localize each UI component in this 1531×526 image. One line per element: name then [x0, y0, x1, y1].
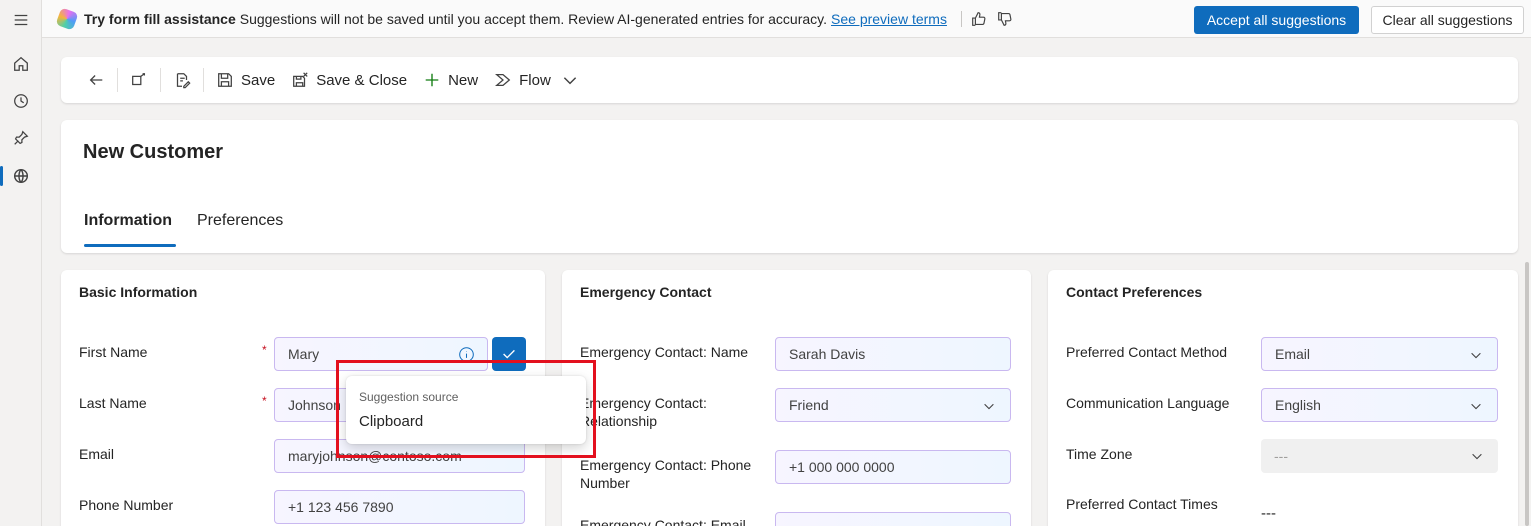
plus-icon [425, 73, 439, 87]
first-name-label: First Name [79, 344, 148, 360]
section-title: Basic Information [79, 284, 198, 300]
preferred-contact-times-label: Preferred Contact Times [1066, 496, 1218, 512]
active-tab-indicator [84, 244, 176, 247]
form-edit-icon [176, 73, 191, 89]
emergency-relationship-select[interactable]: Friend [775, 388, 1011, 422]
highlight-box [336, 360, 596, 458]
first-name-value: Mary [288, 346, 320, 362]
preferred-contact-method-select[interactable]: Email [1261, 337, 1498, 371]
phone-number-label: Phone Number [79, 497, 174, 513]
section-title: Contact Preferences [1066, 284, 1203, 300]
toolbar-divider [203, 68, 204, 92]
emergency-relationship-value: Friend [789, 397, 829, 413]
save-label: Save [241, 71, 276, 89]
emergency-relationship-label: Emergency Contact: Relationship [580, 395, 707, 429]
save-button[interactable]: Save [208, 57, 283, 103]
assist-message: Suggestions will not be saved until you … [239, 10, 828, 27]
save-close-icon [293, 72, 308, 87]
chevron-down-icon [984, 403, 994, 410]
recent-clock-icon[interactable] [0, 83, 42, 119]
assist-divider [960, 10, 962, 27]
preferred-contact-times-value: --- [1261, 505, 1276, 522]
communication-language-label: Communication Language [1066, 395, 1230, 411]
chevron-down-icon [1471, 403, 1481, 410]
flow-label: Flow [519, 71, 551, 89]
thumbs-up-icon[interactable] [970, 10, 988, 28]
chevron-down-icon [1471, 352, 1481, 359]
emergency-email-label: Emergency Contact: Email [580, 517, 746, 526]
phone-number-input[interactable]: +1 123 456 7890 [274, 490, 525, 524]
save-and-close-button[interactable]: Save & Close [283, 57, 415, 103]
tab-information[interactable]: Information [84, 212, 172, 230]
flow-icon [495, 73, 511, 87]
back-button[interactable] [79, 57, 113, 103]
command-bar: Save Save & Close New Flow [61, 57, 1518, 103]
tab-preferences[interactable]: Preferences [197, 212, 283, 230]
clear-all-suggestions-button[interactable]: Clear all suggestions [1371, 6, 1524, 34]
hamburger-menu-icon[interactable] [0, 2, 42, 38]
flow-button[interactable]: Flow [486, 57, 594, 103]
communication-language-select[interactable]: English [1261, 388, 1498, 422]
email-label: Email [79, 446, 115, 462]
chevron-down-icon [563, 77, 576, 85]
copilot-icon [55, 6, 79, 31]
section-title: Emergency Contact [580, 284, 712, 300]
emergency-name-label: Emergency Contact: Name [580, 344, 749, 360]
emergency-name-input[interactable]: Sarah Davis [775, 337, 1011, 371]
emergency-name-value: Sarah Davis [789, 346, 866, 362]
time-zone-value: --- [1274, 448, 1288, 464]
save-icon [218, 73, 232, 87]
page-title: New Customer [83, 141, 224, 163]
emergency-email-input[interactable] [775, 512, 1011, 526]
globe-icon[interactable] [0, 158, 42, 194]
time-zone-select[interactable]: --- [1261, 439, 1498, 473]
thumbs-down-icon[interactable] [996, 10, 1014, 28]
chevron-down-icon [1472, 453, 1482, 460]
save-and-close-label: Save & Close [316, 71, 408, 89]
required-marker: * [262, 343, 267, 357]
last-name-value: Johnson [288, 397, 341, 413]
emergency-phone-input[interactable]: +1 000 000 0000 [775, 450, 1011, 484]
preferred-contact-method-label: Preferred Contact Method [1066, 344, 1228, 360]
new-button[interactable]: New [415, 57, 486, 103]
record-header: New Customer Information Preferences [61, 120, 1518, 253]
required-marker: * [262, 394, 267, 408]
open-window-icon [132, 73, 146, 86]
preferred-contact-method-value: Email [1275, 346, 1311, 362]
last-name-label: Last Name [79, 395, 147, 411]
accept-all-suggestions-button[interactable]: Accept all suggestions [1194, 6, 1359, 34]
contact-preferences-section: Contact Preferences Preferred Contact Me… [1048, 270, 1518, 526]
vertical-scrollbar[interactable] [1525, 262, 1529, 526]
left-rail [0, 0, 42, 526]
emergency-phone-label: Emergency Contact: Phone Number [580, 457, 752, 491]
assist-title: Try form fill assistance [84, 10, 236, 27]
emergency-contact-section: Emergency Contact Emergency Contact: Nam… [562, 270, 1031, 526]
open-in-new-window-button[interactable] [122, 57, 156, 103]
new-label: New [448, 71, 479, 89]
phone-number-value: +1 123 456 7890 [288, 499, 394, 515]
toolbar-divider [160, 68, 161, 92]
home-icon[interactable] [0, 46, 42, 82]
toolbar-divider [117, 68, 118, 92]
communication-language-value: English [1275, 397, 1321, 413]
back-arrow-icon [89, 75, 103, 85]
preview-terms-link[interactable]: See preview terms [831, 11, 947, 27]
form-edit-button[interactable] [165, 57, 199, 103]
pin-icon[interactable] [0, 120, 42, 156]
time-zone-label: Time Zone [1066, 446, 1133, 462]
emergency-phone-value: +1 000 000 0000 [789, 459, 895, 475]
